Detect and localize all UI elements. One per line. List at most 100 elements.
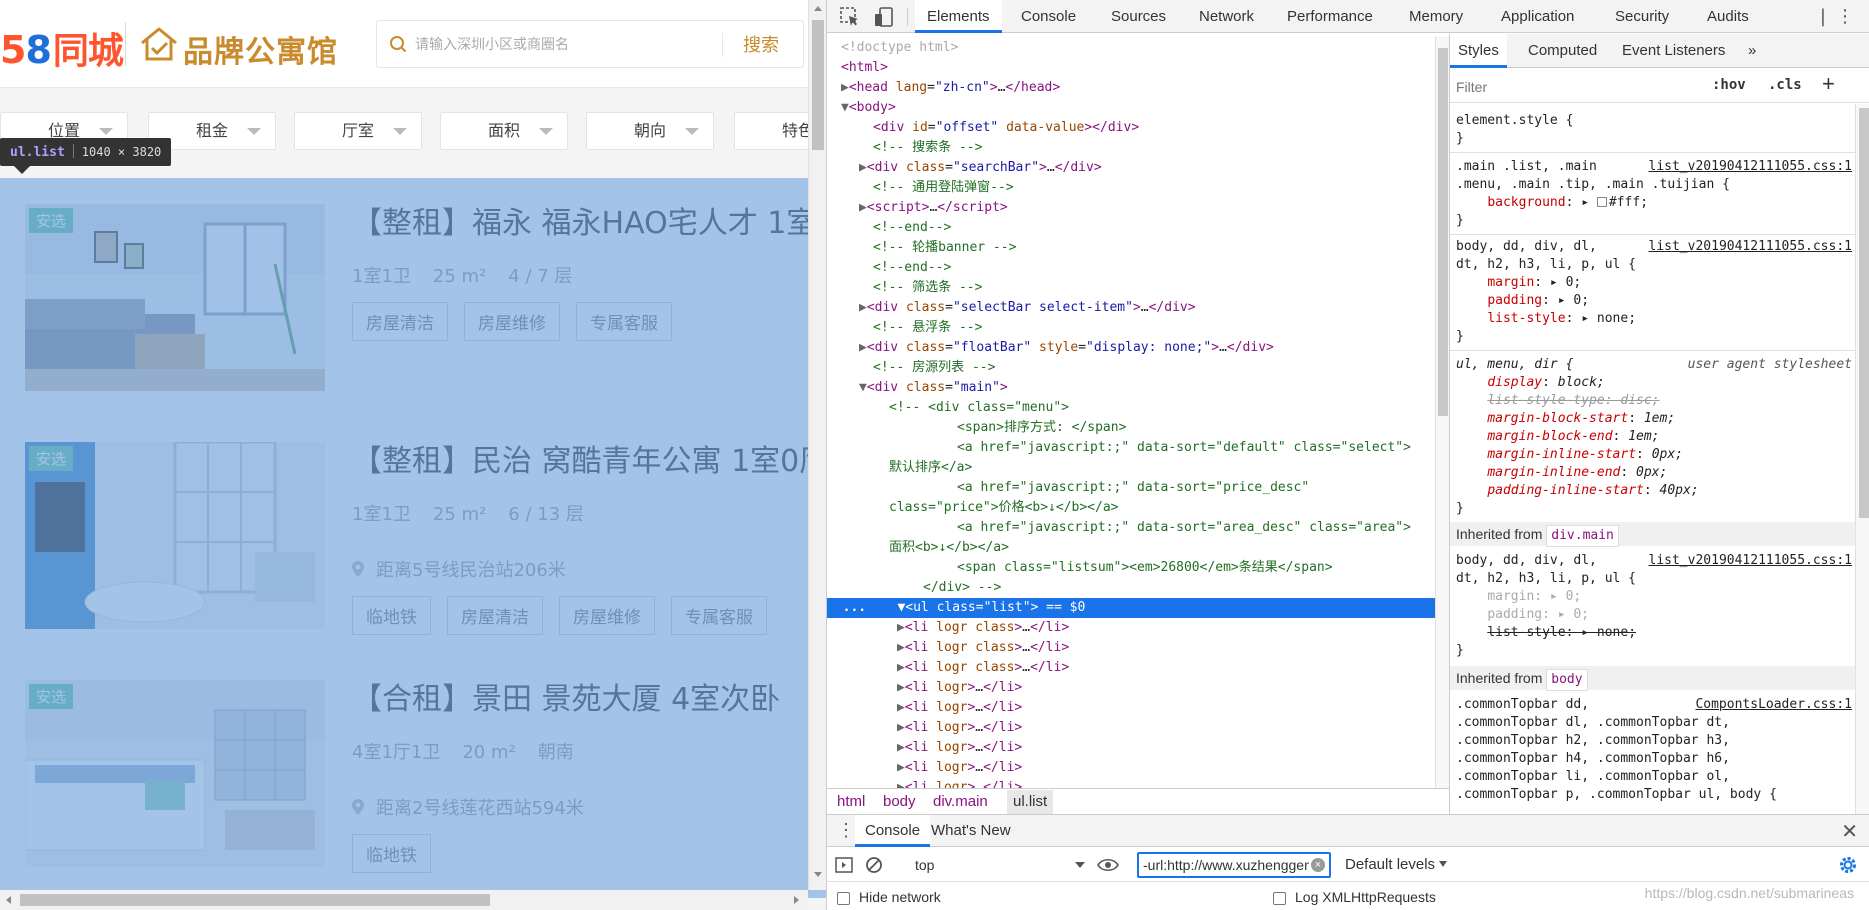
dom-node-selectbar[interactable]: ▶<div class="selectBar select-item">…</d… — [859, 298, 1435, 318]
dom-comment[interactable]: </div> --> — [923, 578, 1435, 598]
filter-rooms[interactable]: 厅室 — [294, 112, 422, 150]
dom-comment[interactable]: <span class="listsum"><em>26800</em>条结果<… — [957, 558, 1435, 578]
prop-list-style[interactable]: list-style: ▸ none; — [1456, 310, 1852, 328]
listing-title[interactable]: 【整租】民治 窝酷青年公寓 1室0厅 — [352, 436, 826, 480]
listing-photo[interactable]: 安选 — [25, 680, 325, 867]
clear-filter-icon[interactable]: × — [1311, 858, 1325, 872]
prop-padding[interactable]: padding: ▸ 0; — [1456, 292, 1852, 310]
tab-console[interactable]: Console — [1009, 0, 1088, 33]
drawer-tab-whats-new[interactable]: What's New — [921, 815, 1021, 847]
tab-audits[interactable]: Audits — [1695, 0, 1761, 33]
dom-node-head[interactable]: ▶<head lang="zh-cn">…</head> — [841, 78, 1429, 98]
styles-filter-input[interactable] — [1456, 76, 1706, 98]
stylesheet-link[interactable]: list_v20190412111055.css:1 — [1649, 552, 1853, 570]
page-horizontal-scrollbar[interactable] — [0, 890, 808, 910]
tab-security[interactable]: Security — [1603, 0, 1681, 33]
rule-ua-selector[interactable]: ul, menu, dir {user agent stylesheet — [1456, 356, 1852, 374]
stylesheet-link[interactable]: list_v20190412111055.css:1 — [1649, 238, 1853, 256]
listing-title[interactable]: 【整租】福永 福永HAO宅人才 1室 — [352, 198, 816, 242]
close-drawer-icon[interactable]: ✕ — [1841, 819, 1858, 844]
dom-node-ul-list-selected[interactable]: ... ▼<ul class="list"> == $0 — [827, 598, 1435, 618]
dom-node-body[interactable]: ▼<body> — [841, 98, 1429, 118]
dom-comment[interactable]: class="price">价格<b>↓</b></a> — [889, 498, 1435, 518]
scroll-up-arrow-icon[interactable] — [814, 6, 822, 11]
gear-icon[interactable] — [1838, 855, 1858, 875]
listing-photo[interactable]: 安选 — [25, 204, 325, 391]
dom-comment[interactable]: <!-- 通用登陆弹窗--> — [873, 178, 1435, 198]
dom-node-li[interactable]: ▶<li logr class>…</li> — [897, 658, 1435, 678]
styles-scrollbar[interactable] — [1855, 104, 1869, 814]
add-rule-plus-icon[interactable]: + — [1822, 71, 1835, 97]
dom-node-div-offset[interactable]: <div id="offset" data-value></div> — [873, 118, 1435, 138]
tab-elements[interactable]: Elements — [915, 0, 1002, 33]
rule-common-topbar[interactable]: .commonTopbar dd, CompontsLoader.css:1 — [1456, 696, 1852, 714]
dom-node-html[interactable]: <html> — [841, 58, 1429, 78]
scroll-down-arrow-icon[interactable] — [814, 872, 822, 877]
scrollbar-thumb[interactable] — [20, 894, 490, 906]
inherited-chip[interactable]: div.main — [1546, 525, 1619, 547]
drawer-tab-console[interactable]: Console — [855, 815, 931, 847]
tab-network[interactable]: Network — [1187, 0, 1266, 33]
tab-performance[interactable]: Performance — [1275, 0, 1385, 33]
filter-area[interactable]: 面积 — [440, 112, 568, 150]
hov-toggle[interactable]: :hov — [1712, 77, 1746, 93]
listing-title[interactable]: 【合租】景田 景苑大厦 4室次卧 — [352, 674, 780, 718]
rule-main-list-selector[interactable]: .main .list, .main list_v20190412111055.c… — [1456, 158, 1852, 176]
dom-node-li[interactable]: ▶<li logr class>…</li> — [897, 638, 1435, 658]
dom-node-li[interactable]: ▶<li logr>…</li> — [897, 678, 1435, 698]
kebab-menu-icon[interactable]: ⋮ — [1836, 6, 1854, 27]
dom-comment[interactable]: <!-- 悬浮条 --> — [873, 318, 1435, 338]
search-button[interactable]: 搜索 — [743, 31, 779, 57]
dom-comment[interactable]: <!-- 房源列表 --> — [873, 358, 1435, 378]
list-item[interactable]: 安选 【整租】民治 窝酷青年公寓 1室0厅 1室1卫 25 m² 6 / 13 层 … — [0, 416, 826, 654]
hide-network-checkbox[interactable] — [837, 892, 850, 905]
tab-memory[interactable]: Memory — [1397, 0, 1475, 33]
dom-node-li[interactable]: ▶<li logr>…</li> — [897, 718, 1435, 738]
live-expression-eye-icon[interactable] — [1097, 856, 1119, 874]
dom-node-script[interactable]: ▶<script>…</script> — [859, 198, 1435, 218]
dom-node-floatbar[interactable]: ▶<div class="floatBar" style="display: n… — [859, 338, 1435, 358]
more-tabs-chevron-icon[interactable]: » — [1740, 34, 1764, 68]
dom-comment[interactable]: <!-- 轮播banner --> — [873, 238, 1435, 258]
scrollbar-thumb[interactable] — [1859, 108, 1869, 518]
drawer-menu-icon[interactable]: ⋮ — [837, 820, 855, 841]
breadcrumb-html[interactable]: html — [837, 793, 865, 810]
dom-comment[interactable]: 默认排序</a> — [889, 458, 1435, 478]
dom-comment[interactable]: <a href="javascript:;" data-sort="defaul… — [957, 438, 1435, 458]
dom-node-li[interactable]: ▶<li logr>…</li> — [897, 738, 1435, 758]
prop-background[interactable]: background: ▸ #fff; — [1456, 194, 1852, 212]
dom-node-li[interactable]: ▶<li logr>…</li> — [897, 698, 1435, 718]
tab-sources[interactable]: Sources — [1099, 0, 1178, 33]
scroll-right-arrow-icon[interactable] — [794, 896, 799, 904]
filter-orientation[interactable]: 朝向 — [586, 112, 714, 150]
breadcrumb-ul-list[interactable]: ul.list — [1007, 790, 1054, 814]
brand-title[interactable]: 品牌公寓馆 — [183, 27, 338, 71]
dom-comment[interactable]: <a href="javascript:;" data-sort="price_… — [957, 478, 1435, 498]
dom-node-div-main[interactable]: ▼<div class="main"> — [859, 378, 1435, 398]
dom-comment[interactable]: <a href="javascript:;" data-sort="area_d… — [957, 518, 1435, 538]
list-item[interactable]: 安选 【整租】福永 福永HAO宅人才 1室 1室1卫 25 m² 4 / 7 层 房… — [0, 178, 826, 416]
dom-comment[interactable]: 面积<b>↓</b></a> — [889, 538, 1435, 558]
dom-comment[interactable]: <!--end--> — [873, 258, 1435, 278]
show-sidebar-icon[interactable] — [835, 856, 853, 874]
dom-node-li[interactable]: ▶<li logr class>…</li> — [897, 618, 1435, 638]
site-logo-58[interactable]: 58同城 — [0, 22, 124, 74]
cls-toggle[interactable]: .cls — [1768, 77, 1802, 93]
tab-event-listeners[interactable]: Event Listeners — [1614, 34, 1733, 68]
execution-context-select[interactable]: top — [915, 854, 1085, 876]
clear-console-icon[interactable] — [865, 856, 883, 874]
prop-margin[interactable]: margin: ▸ 0; — [1456, 274, 1852, 292]
dom-doctype[interactable]: <!doctype html> — [841, 38, 1429, 58]
dom-comment[interactable]: <!-- 筛选条 --> — [873, 278, 1435, 298]
dom-comment[interactable]: <!-- 搜索条 --> — [873, 138, 1435, 158]
log-xhr-checkbox[interactable] — [1273, 892, 1286, 905]
device-toolbar-icon[interactable] — [873, 6, 895, 28]
dom-comment[interactable]: <!--end--> — [873, 218, 1435, 238]
dom-node-li[interactable]: ▶<li logr>…</li> — [897, 758, 1435, 778]
dom-comment[interactable]: <span>排序方式: </span> — [957, 418, 1435, 438]
color-swatch[interactable] — [1596, 197, 1607, 207]
scrollbar-thumb[interactable] — [812, 20, 824, 150]
console-filter-field[interactable]: × — [1137, 852, 1331, 878]
scroll-left-arrow-icon[interactable] — [6, 896, 11, 904]
dom-tree-scrollbar[interactable] — [1435, 36, 1449, 790]
